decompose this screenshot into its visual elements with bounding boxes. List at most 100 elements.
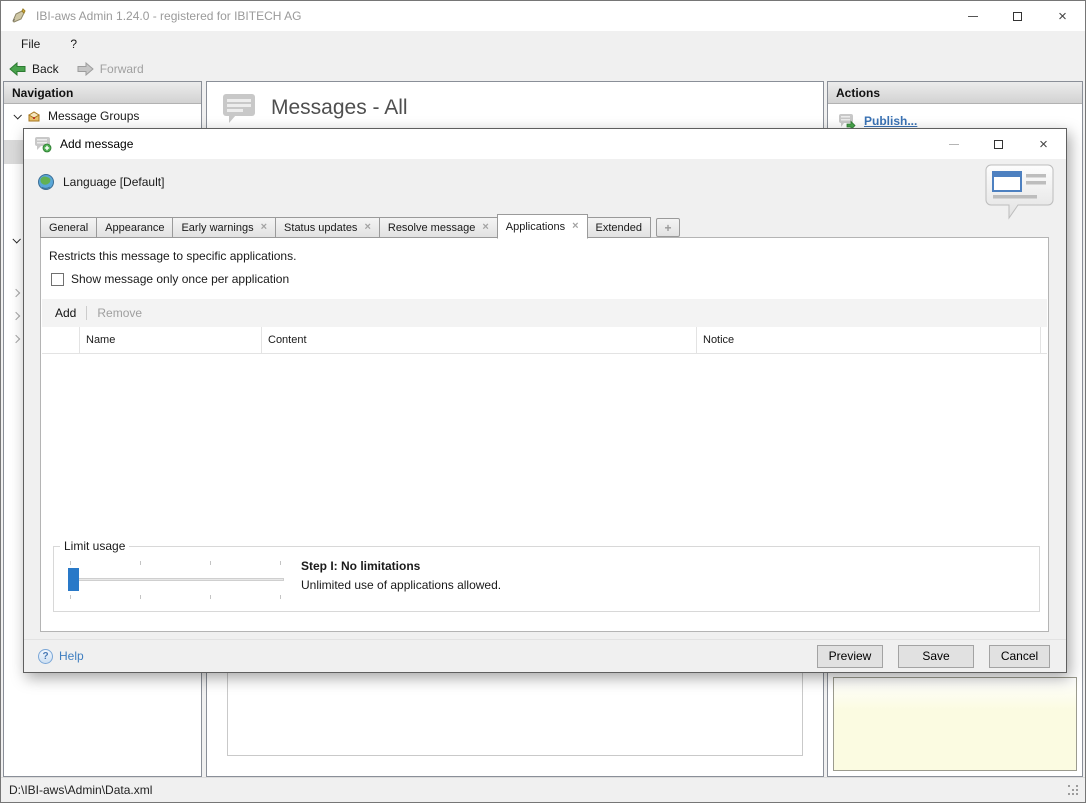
tab-appearance[interactable]: Appearance: [96, 217, 174, 238]
tab-extended[interactable]: Extended: [586, 217, 651, 238]
save-button[interactable]: Save: [898, 644, 974, 668]
tab-general[interactable]: General: [40, 217, 98, 238]
help-link[interactable]: ? Help: [38, 648, 84, 664]
chevron-right-icon[interactable]: [11, 288, 21, 298]
remove-application-button[interactable]: Remove: [97, 306, 142, 320]
menu-file[interactable]: File: [17, 35, 44, 53]
close-icon: ×: [1039, 135, 1048, 153]
forward-arrow-icon: [77, 62, 94, 76]
dialog-maximize-button[interactable]: [976, 129, 1021, 159]
navigation-header: Navigation: [4, 82, 201, 104]
limit-usage-group: Limit usage Step I: No limitations Unlim…: [53, 539, 1040, 612]
preview-button[interactable]: Preview: [817, 644, 883, 668]
column-header-content[interactable]: Content: [262, 327, 697, 353]
publish-link[interactable]: Publish...: [864, 114, 917, 128]
close-button[interactable]: ×: [1040, 1, 1085, 31]
tab-description: Restricts this message to specific appli…: [49, 249, 297, 263]
globe-icon: [38, 174, 54, 190]
menu-bar: File ?: [1, 31, 1085, 57]
slider-tick: [140, 595, 141, 599]
nav-toolbar: Back Forward: [1, 57, 1085, 81]
message-preview-art-icon: [985, 164, 1054, 220]
help-label: Help: [59, 649, 84, 663]
actions-header: Actions: [828, 82, 1082, 104]
add-message-dialog: Add message × Language [Default] General…: [23, 128, 1067, 673]
maximize-button[interactable]: [995, 1, 1040, 31]
messages-icon: [223, 94, 255, 123]
slider-track[interactable]: [68, 578, 284, 581]
chevron-down-icon[interactable]: [12, 235, 21, 244]
language-selector[interactable]: Language [Default]: [37, 173, 164, 191]
chevron-right-icon[interactable]: [11, 311, 21, 321]
back-arrow-icon: [9, 62, 26, 76]
tab-label: Applications: [505, 220, 566, 233]
tab-early-warnings[interactable]: Early warnings ×: [172, 217, 277, 238]
applications-tab-panel: Restricts this message to specific appli…: [40, 237, 1049, 632]
step-title: Step I: No limitations: [301, 559, 421, 573]
column-header-filler: [1041, 327, 1047, 353]
tree-item-message-groups[interactable]: Message Groups: [4, 104, 201, 128]
slider-tick: [70, 561, 71, 565]
status-bar: D:\IBI-aws\Admin\Data.xml: [1, 777, 1085, 802]
close-icon: ×: [1058, 7, 1067, 25]
applications-table-header: Name Content Notice: [42, 327, 1047, 354]
main-titlebar: IBI-aws Admin 1.24.0 - registered for IB…: [1, 1, 1085, 31]
applications-list-toolbar: Add Remove: [42, 299, 1047, 327]
dialog-minimize-button: [931, 129, 976, 159]
menu-help[interactable]: ?: [66, 35, 81, 53]
minimize-icon: [967, 15, 978, 17]
close-tab-icon[interactable]: ×: [572, 221, 578, 232]
tab-label: Status updates: [284, 221, 358, 234]
minimize-icon: [948, 143, 959, 145]
checkbox-box[interactable]: [51, 272, 64, 286]
dialog-tabstrip: General Appearance Early warnings × Statu…: [40, 213, 680, 239]
forward-button[interactable]: Forward: [77, 62, 144, 76]
slider-tick: [70, 595, 71, 599]
slider-tick: [280, 595, 281, 599]
column-header-notice[interactable]: Notice: [697, 327, 1041, 353]
tab-status-updates[interactable]: Status updates ×: [275, 217, 380, 238]
close-tab-icon[interactable]: ×: [364, 222, 370, 233]
tab-label: Early warnings: [181, 221, 254, 234]
limit-usage-slider[interactable]: [68, 559, 284, 603]
chevron-right-icon[interactable]: [11, 334, 21, 344]
limit-usage-step-text: Step I: No limitations Unlimited use of …: [301, 559, 501, 592]
resize-grip-icon[interactable]: [1068, 785, 1080, 797]
notes-preview-pane: [833, 677, 1077, 771]
add-application-button[interactable]: Add: [55, 306, 76, 320]
once-per-application-checkbox[interactable]: Show message only once per application: [51, 272, 289, 286]
checkbox-label: Show message only once per application: [71, 272, 290, 286]
tab-resolve-message[interactable]: Resolve message ×: [378, 217, 498, 238]
content-header: Messages - All: [207, 82, 823, 124]
plus-icon: +: [664, 220, 672, 235]
page-title: Messages - All: [271, 96, 408, 119]
help-icon: ?: [38, 648, 53, 664]
back-label: Back: [32, 62, 59, 76]
slider-tick: [210, 561, 211, 565]
publish-icon: [839, 114, 856, 129]
dialog-footer: ? Help Preview Save Cancel: [24, 639, 1066, 672]
chevron-down-icon[interactable]: [13, 111, 22, 120]
tab-applications[interactable]: Applications ×: [496, 214, 588, 239]
app-icon: [12, 8, 26, 23]
tab-label: General: [49, 221, 89, 234]
dialog-titlebar: Add message ×: [24, 129, 1066, 159]
slider-tick: [140, 561, 141, 565]
publish-action[interactable]: Publish...: [828, 104, 1082, 129]
dialog-close-button[interactable]: ×: [1021, 129, 1066, 159]
maximize-icon: [994, 139, 1003, 149]
close-tab-icon[interactable]: ×: [261, 222, 267, 233]
maximize-icon: [1013, 11, 1022, 21]
back-button[interactable]: Back: [9, 62, 59, 76]
cancel-button[interactable]: Cancel: [989, 644, 1050, 668]
close-tab-icon[interactable]: ×: [482, 222, 488, 233]
main-window: IBI-aws Admin 1.24.0 - registered for IB…: [0, 0, 1086, 803]
column-header-name[interactable]: Name: [80, 327, 262, 353]
selector-column-header[interactable]: [42, 327, 80, 353]
minimize-button[interactable]: [950, 1, 995, 31]
step-description: Unlimited use of applications allowed.: [301, 578, 502, 592]
slider-thumb[interactable]: [68, 568, 79, 591]
window-title: IBI-aws Admin 1.24.0 - registered for IB…: [36, 9, 302, 23]
toolbar-separator: [86, 306, 88, 320]
add-tab-button[interactable]: +: [656, 218, 680, 237]
